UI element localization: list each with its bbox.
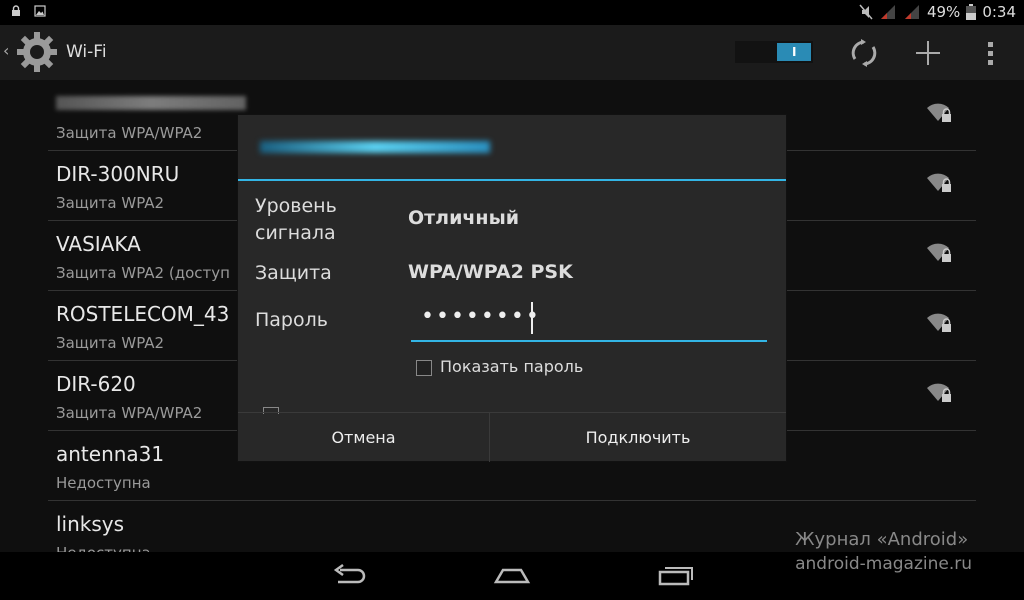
wifi-locked-icon [927, 173, 951, 192]
clock: 0:34 [982, 3, 1016, 21]
toggle-thumb: I [777, 43, 811, 61]
watermark-line2: android-magazine.ru [795, 554, 972, 574]
network-ssid: ROSTELECOM_43 [56, 302, 230, 326]
signal-icon-1 [880, 5, 895, 19]
security-label: Защита [255, 262, 332, 284]
connect-button[interactable]: Подключить [490, 413, 786, 462]
dialog-divider [238, 179, 786, 181]
add-icon[interactable] [912, 37, 944, 69]
wifi-locked-icon [927, 103, 951, 122]
watermark-line1: Журнал «Android» [795, 529, 969, 550]
overflow-menu-icon[interactable] [980, 37, 1002, 69]
network-security: Недоступна [56, 544, 151, 552]
security-value: WPA/WPA2 PSK [408, 261, 573, 283]
blurred-dialog-title [260, 141, 490, 153]
signal-value: Отличный [408, 207, 520, 229]
network-security: Недоступна [56, 474, 151, 492]
signal-icon-2 [904, 5, 919, 19]
blurred-ssid [56, 96, 246, 110]
password-label: Пароль [255, 309, 328, 331]
connect-dialog: Уровень сигнала Отличный Защита WPA/WPA2… [238, 115, 786, 462]
signal-label: Уровень сигнала [255, 195, 337, 244]
battery-percent: 49% [926, 3, 961, 21]
network-ssid: linksys [56, 512, 125, 536]
status-bar: 49% 0:34 [0, 0, 1024, 25]
network-security: Защита WPA/WPA2 [56, 124, 203, 142]
dialog-title [238, 115, 786, 179]
network-ssid: DIR-620 [56, 372, 136, 396]
mute-icon [859, 4, 873, 20]
settings-icon[interactable] [14, 29, 60, 75]
network-security: Защита WPA2 [56, 194, 165, 212]
wifi-locked-icon [927, 313, 951, 332]
network-ssid: DIR-300NRU [56, 162, 180, 186]
network-security: Защита WPA/WPA2 [56, 404, 203, 422]
network-security: Защита WPA2 [56, 334, 165, 352]
back-icon[interactable] [330, 562, 370, 590]
watermark: Журнал «Android» android-magazine.ru [795, 528, 972, 576]
network-security: Защита WPA2 (доступ [56, 264, 230, 282]
battery-icon [966, 4, 977, 20]
lock-notification-icon [12, 5, 20, 16]
text-cursor [531, 302, 533, 334]
show-password-checkbox[interactable] [416, 360, 432, 376]
network-ssid: antenna31 [56, 442, 165, 466]
network-ssid: VASIAKA [56, 232, 141, 256]
password-input[interactable]: •••••••• [411, 300, 767, 342]
dialog-button-bar: Отмена Подключить [238, 412, 786, 462]
show-password-label: Показать пароль [440, 357, 584, 376]
wifi-toggle[interactable]: I [735, 41, 813, 63]
cancel-button[interactable]: Отмена [238, 413, 490, 462]
home-icon[interactable] [492, 562, 532, 590]
password-value: •••••••• [421, 304, 541, 329]
image-notification-icon [34, 5, 46, 17]
scan-icon[interactable] [848, 37, 880, 69]
wifi-locked-icon [927, 383, 951, 402]
page-title: Wi-Fi [66, 42, 107, 62]
wifi-locked-icon [927, 243, 951, 262]
toggle-label: I [792, 45, 797, 59]
action-bar: ‹ Wi-Fi I [0, 25, 1024, 80]
recent-apps-icon[interactable] [656, 562, 696, 590]
chevron-left-icon[interactable]: ‹ [3, 41, 9, 60]
